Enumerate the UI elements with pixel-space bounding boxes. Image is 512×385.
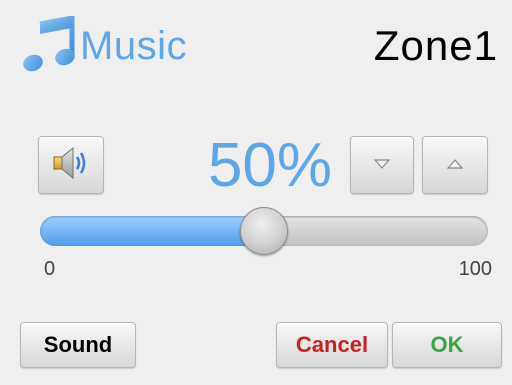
volume-slider-fill bbox=[40, 216, 264, 246]
slider-min-label: 0 bbox=[44, 258, 56, 280]
page-title: Music bbox=[80, 24, 187, 68]
volume-up-button[interactable] bbox=[422, 136, 488, 194]
zone-label: Zone1 bbox=[373, 22, 498, 69]
volume-slider-thumb[interactable] bbox=[240, 207, 288, 255]
triangle-up-icon bbox=[446, 156, 464, 174]
sound-button[interactable]: Sound bbox=[20, 322, 136, 368]
triangle-down-icon bbox=[373, 156, 391, 174]
volume-value: 50% bbox=[207, 131, 333, 200]
music-note-icon bbox=[22, 14, 76, 74]
slider-max-label: 100 bbox=[458, 258, 492, 280]
cancel-button[interactable]: Cancel bbox=[276, 322, 388, 368]
ok-button[interactable]: OK bbox=[392, 322, 502, 368]
volume-down-button[interactable] bbox=[350, 136, 414, 194]
speaker-icon bbox=[51, 143, 91, 188]
mute-button[interactable] bbox=[38, 136, 104, 194]
